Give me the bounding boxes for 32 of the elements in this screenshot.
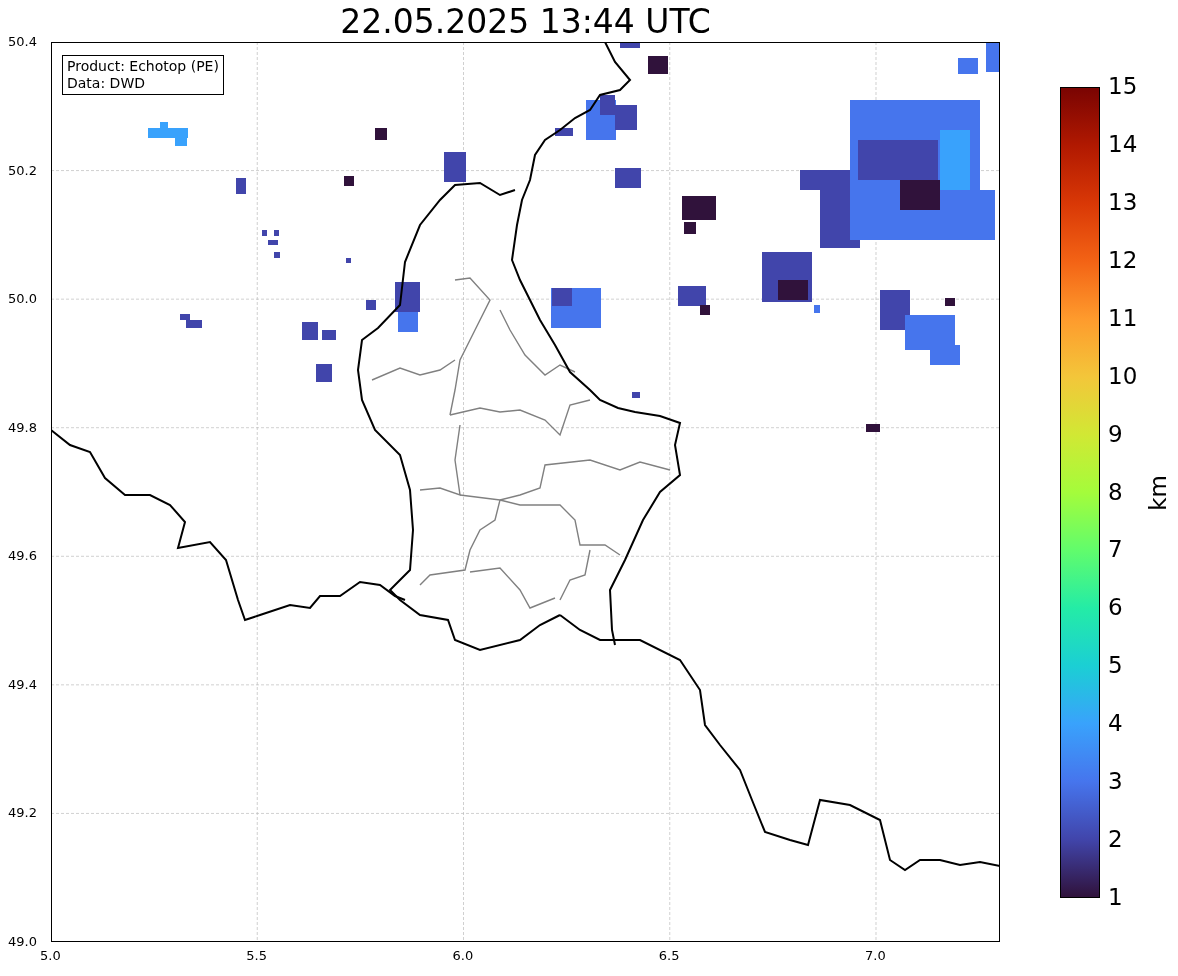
x-tick-label: 7.0	[865, 948, 886, 963]
colorbar-tick-label: 11	[1108, 304, 1138, 331]
y-tick-label: 49.6	[8, 548, 37, 564]
colorbar-tick-label: 7	[1108, 536, 1123, 563]
colorbar-tick-label: 14	[1108, 130, 1138, 157]
colorbar-tick-label: 15	[1108, 73, 1138, 99]
y-tick-label: 50.2	[8, 162, 37, 178]
colorbar-tick-label: 13	[1108, 188, 1138, 215]
colorbar-tick-label: 9	[1108, 420, 1123, 447]
colorbar-tick-label: 2	[1108, 826, 1123, 853]
colorbar-tick-label: 4	[1108, 710, 1123, 737]
colorbar-tick-label: 6	[1108, 594, 1123, 621]
legend-text: Data: DWD	[67, 75, 146, 92]
legend-text: Product: Echotop (PE)	[67, 58, 219, 75]
colorbar-tick-label: 5	[1108, 652, 1123, 679]
colorbar-tick-label: 3	[1108, 768, 1123, 795]
chart-title: 22.05.2025 13:44 UTC	[339, 2, 712, 41]
colorbar-tick-label: 1	[1108, 884, 1123, 910]
colorbar-label: km	[1144, 475, 1171, 511]
x-tick-label: 5.5	[246, 948, 267, 963]
y-tick-label: 50.4	[8, 34, 37, 49]
y-tick-label: 49.8	[8, 419, 37, 435]
y-tick-label: 50.0	[8, 291, 37, 307]
colorbar-tick-label: 8	[1108, 478, 1123, 505]
colorbar-tick-label: 12	[1108, 246, 1138, 273]
x-tick-label: 5.0	[40, 948, 61, 963]
colorbar-tick-label: 10	[1108, 362, 1138, 389]
y-tick-label: 49.0	[8, 934, 37, 949]
x-tick-label: 6.5	[658, 948, 680, 963]
y-tick-label: 49.4	[8, 676, 37, 692]
x-tick-label: 6.0	[452, 948, 474, 963]
y-tick-label: 49.2	[8, 805, 37, 821]
